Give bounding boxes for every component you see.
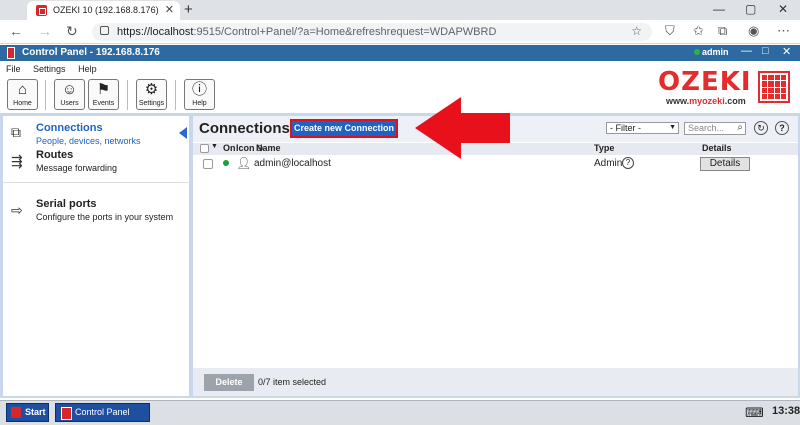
toolbar-separator [45, 80, 46, 110]
chevron-down-icon[interactable]: ▼ [211, 143, 218, 150]
column-icon: Icon [236, 143, 255, 153]
minimize-icon[interactable]: — [713, 2, 725, 16]
browser-tab[interactable]: OZEKI 10 (192.168.8.176) ✕ [27, 1, 180, 20]
close-window-icon[interactable]: ✕ [778, 2, 788, 16]
select-all-checkbox[interactable] [200, 144, 209, 153]
page-title: Connections [199, 120, 290, 137]
app-maximize-icon[interactable]: □ [762, 45, 769, 57]
toolbar-settings-button[interactable]: ⚙ Settings [136, 79, 167, 110]
profile-icon[interactable]: ◉ [748, 23, 759, 39]
sidebar-divider [3, 182, 189, 183]
column-details: Details [702, 143, 732, 153]
column-on: On [223, 143, 236, 153]
ozeki-grid-logo-icon [758, 71, 790, 103]
ozeki-logo-text: OZEKI [658, 67, 752, 97]
menu-file[interactable]: File [6, 64, 21, 74]
address-bar[interactable]: https://localhost:9515/Control+Panel/?a=… [92, 23, 652, 41]
selected-indicator-icon [179, 127, 187, 139]
help-icon[interactable]: ? [622, 157, 634, 169]
maximize-icon[interactable]: ▢ [745, 2, 756, 16]
menu-bar: File Settings Help [0, 64, 101, 76]
app-title: Control Panel - 192.168.8.176 [22, 47, 160, 58]
toolbar-users-button[interactable]: ☺ Users [54, 79, 85, 110]
home-icon: ⌂ [17, 81, 28, 98]
user-icon: ☺ [61, 81, 78, 98]
keyboard-icon[interactable]: ⌨ [745, 405, 764, 421]
favorite-star-icon[interactable]: ☆ [631, 24, 642, 38]
taskbar-control-panel-button[interactable]: Control Panel [55, 403, 150, 422]
start-button[interactable]: Start [6, 403, 49, 422]
serial-port-icon: ⇨ [11, 202, 23, 218]
flag-icon: ⚑ [96, 81, 111, 98]
selection-count: 0/7 item selected [258, 377, 327, 387]
routes-icon: ⇶ [11, 153, 23, 169]
brand-url: www.myozeki.com [666, 96, 746, 106]
toolbar-home-button[interactable]: ⌂ Home [7, 79, 38, 110]
tab-title: OZEKI 10 (192.168.8.176) [53, 5, 159, 15]
toolbar-help-button[interactable]: ⓘ Help [184, 79, 215, 110]
close-tab-icon[interactable]: ✕ [165, 3, 174, 16]
forward-icon[interactable]: → [38, 23, 52, 39]
favorites-icon[interactable]: ✩ [693, 23, 704, 39]
info-icon: ⓘ [191, 81, 207, 98]
connection-name[interactable]: admin@localhost [254, 158, 331, 169]
connections-icon: ⧉ [11, 124, 21, 140]
more-menu-icon[interactable]: ⋯ [777, 23, 790, 39]
user-indicator[interactable]: admin [694, 47, 729, 57]
back-icon[interactable]: ← [9, 23, 23, 39]
ozeki-logo-icon [7, 47, 15, 59]
online-status-icon [694, 49, 700, 55]
app-minimize-icon[interactable]: — [741, 45, 752, 57]
refresh-icon[interactable]: ↻ [754, 121, 768, 135]
chevron-down-icon: ▼ [669, 124, 676, 131]
clock: 13:38 [772, 405, 800, 417]
create-new-connection-button[interactable]: Create new Connection [290, 119, 398, 138]
column-type: Type [594, 143, 615, 153]
lock-icon [100, 26, 109, 35]
user-icon: 👤︎ [236, 156, 252, 170]
details-button[interactable]: Details [700, 157, 750, 171]
new-tab-icon[interactable]: + [184, 1, 193, 18]
gear-icon: ⚙ [144, 81, 159, 98]
annotation-arrow-icon [415, 97, 510, 159]
app-title-bar: Control Panel - 192.168.8.176 admin — □ … [0, 45, 800, 61]
search-input[interactable]: Search... ⌕ [684, 122, 746, 135]
url-text: https://localhost:9515/Control+Panel/?a=… [117, 26, 497, 38]
sidebar: ⧉ Connections People, devices, networks … [3, 116, 189, 396]
delete-button[interactable]: Delete [204, 374, 254, 391]
toolbar-separator [127, 80, 128, 110]
search-icon[interactable]: ⌕ [737, 122, 743, 133]
menu-help[interactable]: Help [78, 64, 97, 74]
connection-type: Admin [594, 158, 623, 169]
help-icon[interactable]: ? [775, 121, 789, 135]
shield-icon[interactable]: ⛉ [665, 23, 675, 39]
row-checkbox[interactable] [203, 159, 213, 169]
collections-icon[interactable]: ⧉ [718, 23, 727, 39]
app-close-icon[interactable]: ✕ [782, 45, 791, 58]
toolbar-separator [175, 80, 176, 110]
filter-select[interactable]: - Filter - ▼ [606, 122, 679, 134]
menu-settings[interactable]: Settings [33, 64, 66, 74]
sort-icon: ⊖ [256, 143, 264, 153]
reload-icon[interactable]: ↻ [66, 23, 78, 40]
ozeki-favicon-icon [36, 5, 47, 16]
online-status-icon [223, 160, 229, 166]
toolbar-events-button[interactable]: ⚑ Events [88, 79, 119, 110]
